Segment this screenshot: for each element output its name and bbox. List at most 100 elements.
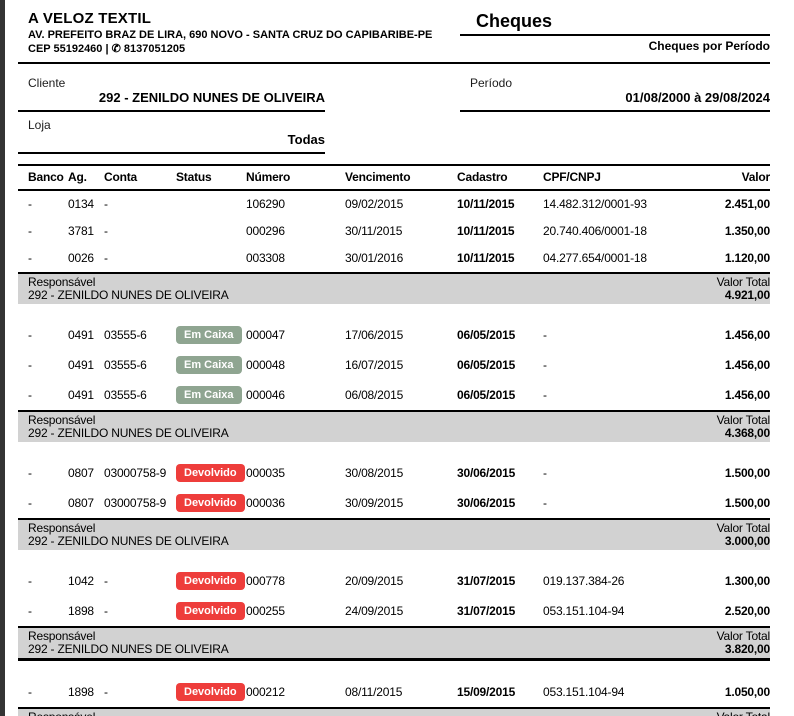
column-header-valor: Valor — [656, 170, 770, 185]
table-header-row: BancoAg.ContaStatusNúmeroVencimentoCadas… — [18, 164, 770, 191]
cheques-table: BancoAg.ContaStatusNúmeroVencimentoCadas… — [18, 164, 770, 716]
status-cell: Devolvido — [176, 602, 246, 620]
vencimento-cell: 30/01/2016 — [345, 251, 440, 266]
column-header-conta: Conta — [104, 170, 176, 185]
header-divider — [18, 62, 770, 64]
valor-total-block: Valor Total1.050,00 — [717, 711, 770, 716]
group-total-band: Responsável292 - ZENILDO NUNES DE OLIVEI… — [18, 626, 770, 661]
status-badge: Devolvido — [176, 494, 245, 512]
vencimento-cell: 16/07/2015 — [345, 358, 440, 373]
ag-cell: 0491 — [68, 358, 104, 373]
banco-cell: - — [18, 224, 68, 239]
cheque-row: -080703000758-9Devolvido00003630/09/2015… — [18, 488, 770, 518]
cpf-cell: - — [528, 496, 656, 511]
column-header-vencimento: Vencimento — [345, 170, 440, 185]
responsavel-label: Responsável — [28, 276, 229, 290]
column-header-banco: Banco — [18, 170, 68, 185]
cadastro-cell: 06/05/2015 — [440, 328, 528, 343]
cadastro-cell: 31/07/2015 — [440, 604, 528, 619]
filters-left-column: Cliente 292 - ZENILDO NUNES DE OLIVEIRA … — [18, 76, 325, 154]
numero-cell: 000036 — [246, 496, 345, 511]
ag-cell: 3781 — [68, 224, 104, 239]
responsavel-name: 292 - ZENILDO NUNES DE OLIVEIRA — [28, 643, 229, 657]
vencimento-cell: 24/09/2015 — [345, 604, 440, 619]
conta-cell: - — [104, 224, 176, 239]
numero-cell: 000778 — [246, 574, 345, 589]
valor-cell: 1.456,00 — [656, 358, 770, 373]
numero-cell: 000046 — [246, 388, 345, 403]
valor-cell: 1.456,00 — [656, 388, 770, 403]
vencimento-cell: 09/02/2015 — [345, 197, 440, 212]
valor-cell: 1.120,00 — [656, 251, 770, 266]
loja-field: Loja Todas — [18, 118, 325, 154]
valor-cell: 2.451,00 — [656, 197, 770, 212]
cpf-cell: - — [528, 328, 656, 343]
conta-cell: 03555-6 — [104, 388, 176, 403]
status-badge: Devolvido — [176, 683, 245, 701]
banco-cell: - — [18, 197, 68, 212]
cpf-cell: - — [528, 358, 656, 373]
ag-cell: 0491 — [68, 388, 104, 403]
loja-value: Todas — [18, 132, 325, 154]
responsavel-label: Responsável — [28, 630, 229, 644]
report-subtitle: Cheques por Período — [460, 36, 770, 53]
ag-cell: 0491 — [68, 328, 104, 343]
status-cell: Devolvido — [176, 572, 246, 590]
valor-cell: 1.300,00 — [656, 574, 770, 589]
cheque-row: -0026-00330830/01/201610/11/201504.277.6… — [18, 245, 770, 272]
cadastro-cell: 06/05/2015 — [440, 388, 528, 403]
cheque-row: -3781-00029630/11/201510/11/201520.740.4… — [18, 218, 770, 245]
filters-section: Cliente 292 - ZENILDO NUNES DE OLIVEIRA … — [18, 76, 770, 154]
banco-cell: - — [18, 251, 68, 266]
periodo-field: Período 01/08/2000 à 29/08/2024 — [460, 76, 770, 112]
numero-cell: 000035 — [246, 466, 345, 481]
conta-cell: 03000758-9 — [104, 496, 176, 511]
periodo-label: Período — [460, 76, 770, 90]
cpf-cell: 019.137.384-26 — [528, 574, 656, 589]
vencimento-cell: 30/11/2015 — [345, 224, 440, 239]
responsavel-block: Responsável292 - ZENILDO NUNES DE OLIVEI… — [18, 630, 229, 657]
ag-cell: 0807 — [68, 496, 104, 511]
ag-cell: 1898 — [68, 604, 104, 619]
banco-cell: - — [18, 574, 68, 589]
conta-cell: - — [104, 251, 176, 266]
valor-total-value: 3.820,00 — [717, 643, 770, 657]
numero-cell: 003308 — [246, 251, 345, 266]
cheque-row: -049103555-6Em Caixa00004606/08/201506/0… — [18, 380, 770, 410]
cliente-field: Cliente 292 - ZENILDO NUNES DE OLIVEIRA — [18, 76, 325, 112]
report-title: Cheques — [460, 10, 770, 36]
group-total-band: Responsável292 - ZENILDO NUNES DE OLIVEI… — [18, 518, 770, 550]
report-title-block: Cheques Cheques por Período — [460, 10, 770, 53]
status-badge: Devolvido — [176, 572, 245, 590]
company-block: A VELOZ TEXTIL AV. PREFEITO BRAZ DE LIRA… — [18, 10, 432, 56]
conta-cell: 03555-6 — [104, 328, 176, 343]
status-badge: Devolvido — [176, 602, 245, 620]
valor-total-value: 4.921,00 — [717, 289, 770, 303]
responsavel-block: Responsável292 - ZENILDO NUNES DE OLIVEI… — [18, 414, 229, 441]
status-badge: Em Caixa — [176, 386, 242, 404]
valor-cell: 1.500,00 — [656, 496, 770, 511]
valor-cell: 2.520,00 — [656, 604, 770, 619]
vencimento-cell: 30/09/2015 — [345, 496, 440, 511]
company-name: A VELOZ TEXTIL — [28, 10, 432, 28]
cadastro-cell: 06/05/2015 — [440, 358, 528, 373]
cheque-row: -0134-10629009/02/201510/11/201514.482.3… — [18, 191, 770, 218]
status-cell: Em Caixa — [176, 356, 246, 374]
valor-total-block: Valor Total3.000,00 — [717, 522, 770, 549]
valor-total-label: Valor Total — [717, 276, 770, 290]
banco-cell: - — [18, 328, 68, 343]
valor-total-block: Valor Total3.820,00 — [717, 630, 770, 657]
valor-total-block: Valor Total4.921,00 — [717, 276, 770, 303]
banco-cell: - — [18, 496, 68, 511]
status-cell: Devolvido — [176, 683, 246, 701]
vencimento-cell: 17/06/2015 — [345, 328, 440, 343]
column-header-cadastro: Cadastro — [440, 170, 528, 185]
responsavel-block: Responsável292 - ZENILDO NUNES DE OLIVEI… — [18, 276, 229, 303]
column-header-cpf: CPF/CNPJ — [528, 170, 656, 185]
cheque-group: -1042-Devolvido00077820/09/201531/07/201… — [18, 566, 770, 661]
ag-cell: 1042 — [68, 574, 104, 589]
cpf-cell: - — [528, 388, 656, 403]
status-cell: Devolvido — [176, 494, 246, 512]
filters-right-column: Período 01/08/2000 à 29/08/2024 — [460, 76, 770, 154]
report-header: A VELOZ TEXTIL AV. PREFEITO BRAZ DE LIRA… — [18, 10, 770, 56]
